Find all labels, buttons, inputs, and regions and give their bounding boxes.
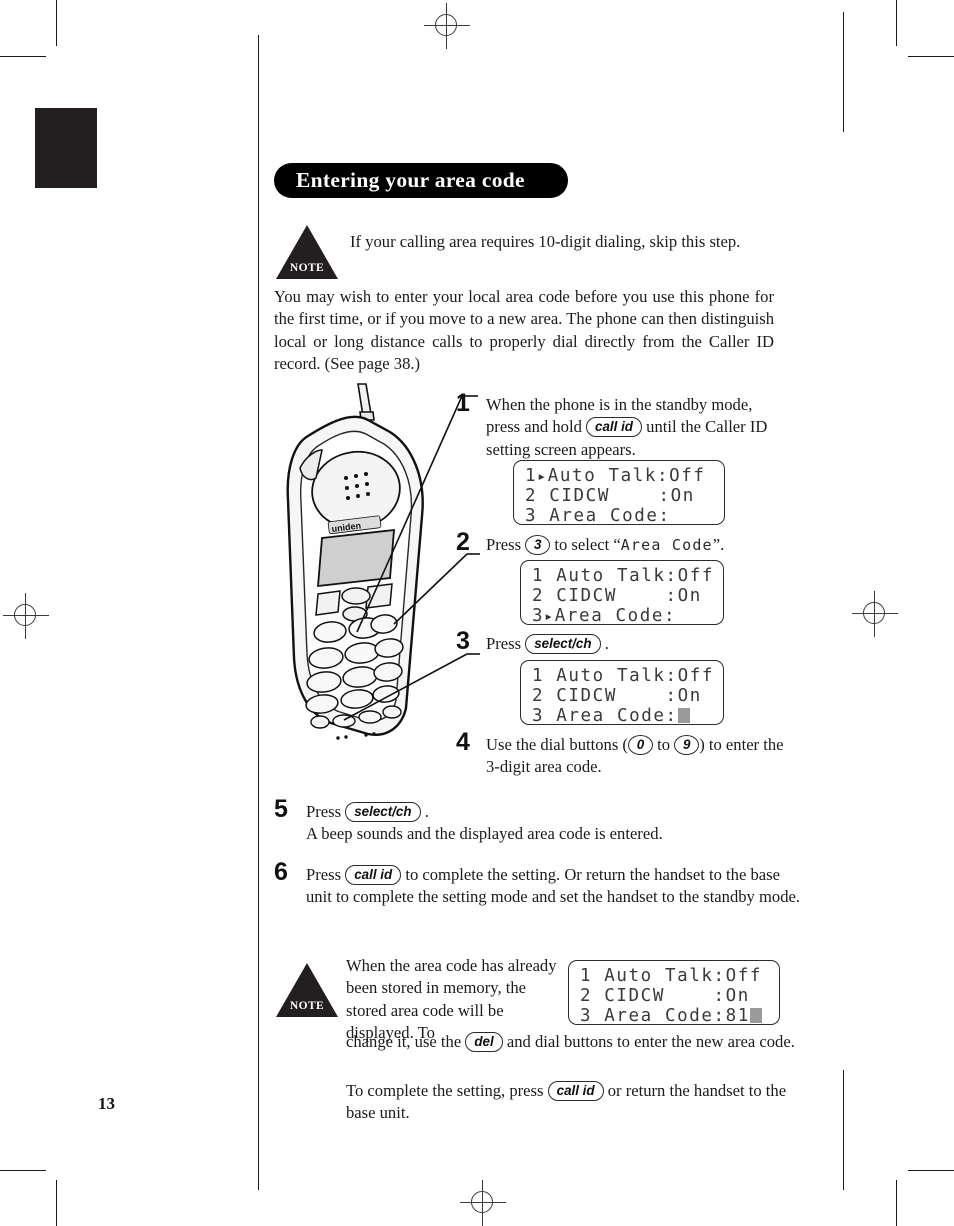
lcd-step2-line3-text: Area Code:: [554, 606, 677, 626]
lcd-step1-line1-num: 1: [525, 466, 538, 486]
digit-9-key[interactable]: 9: [674, 734, 700, 755]
digit-3-key[interactable]: 3: [525, 534, 551, 555]
step-5-text-second-line: A beep sounds and the displayed area cod…: [306, 824, 663, 844]
lcd-note-line1: 1 Auto Talk:Off: [580, 966, 763, 986]
lcd-note-line3-text: 3 Area Code:81: [580, 1006, 750, 1026]
registration-mark-right: [852, 591, 898, 637]
step-number-4: 4: [456, 728, 470, 756]
crop-mark-top-left-vertical: [56, 0, 58, 46]
step-2-text: Press 3 to select “Area Code”.: [486, 534, 806, 556]
lcd-step1-line3: 3 Area Code:: [525, 506, 671, 526]
step-2-lcd-word: Area Code: [620, 536, 713, 554]
lcd-step3-line3: 3 Area Code:: [532, 706, 714, 726]
step-3-text-after: .: [604, 634, 609, 653]
lcd-cursor-arrow-icon: ▸: [537, 467, 548, 485]
lcd-step1-line1: 1▸Auto Talk:Off: [525, 466, 715, 486]
note-bottom-paragraph-1-cont: change it, use the del and dial buttons …: [346, 1031, 810, 1053]
crop-mark-top-left-horizontal: [0, 56, 46, 58]
digit-0-key[interactable]: 0: [627, 734, 653, 755]
page-number: 13: [98, 1094, 115, 1113]
step-number-5: 5: [274, 795, 288, 823]
leader-lines: [343, 395, 480, 721]
step-5-text: Press select/ch . A beep sounds and the …: [306, 801, 806, 846]
step-1-text: When the phone is in the standby mode, p…: [486, 394, 786, 461]
lcd-step1-line1-text: Auto Talk:Off: [547, 466, 706, 486]
step-6-text-before: Press: [306, 865, 342, 884]
crop-mark-bottom-left-vertical: [56, 1180, 58, 1226]
step-number-2: 2: [456, 528, 470, 556]
step-4-text-mid: to: [657, 735, 671, 754]
registration-mark-bottom: [460, 1180, 506, 1226]
call-id-key[interactable]: call id: [547, 1080, 604, 1101]
del-key[interactable]: del: [465, 1031, 503, 1052]
note-bottom-text-a: When the area code has already been stor…: [346, 956, 557, 1043]
step-number-6: 6: [274, 858, 288, 886]
lcd-screen-step1: 1▸Auto Talk:Off 2 CIDCW :On 3 Area Code:: [513, 460, 725, 526]
page-title: Entering your area code: [274, 163, 568, 198]
note-badge-label: NOTE: [289, 1000, 325, 1012]
lcd-step3-line1: 1 Auto Talk:Off: [532, 666, 715, 686]
step-number-1: 1: [456, 389, 470, 417]
step-number-3: 3: [456, 627, 470, 655]
step-2-text-before: Press: [486, 535, 522, 554]
step-6-text: Press call id to complete the setting. O…: [306, 864, 806, 909]
note-bottom-text-2-before: To complete the setting, press: [346, 1081, 544, 1100]
lcd-block-cursor-icon: [749, 1008, 762, 1023]
registration-mark-top: [424, 3, 470, 49]
step-3-text-before: Press: [486, 634, 522, 653]
note-bottom-text-b-before: change it, use the: [346, 1032, 462, 1051]
lcd-step2-line3-num: 3: [532, 606, 545, 626]
lcd-note-line2: 2 CIDCW :On: [580, 986, 750, 1006]
step-2-text-after: ”.: [712, 535, 725, 554]
lcd-block-cursor-icon: [677, 708, 690, 723]
crop-mark-bottom-right-horizontal: [908, 1170, 954, 1172]
crop-mark-bottom-right-vertical: [896, 1180, 898, 1226]
step-4-text: Use the dial buttons (0 to 9) to enter t…: [486, 734, 796, 779]
crop-mark-bottom-left-horizontal: [0, 1170, 46, 1172]
step-4-text-before: Use the dial buttons (: [486, 735, 628, 754]
chapter-thumb-tab: [35, 108, 97, 188]
lcd-note-line3: 3 Area Code:81: [580, 1006, 770, 1026]
note-badge-bottom: NOTE: [276, 963, 338, 1017]
lcd-screen-note-bottom: 1 Auto Talk:Off 2 CIDCW :On 3 Area Code:…: [568, 960, 780, 1026]
step-5-text-before: Press: [306, 802, 342, 821]
registration-mark-left: [3, 593, 49, 639]
manual-page: Entering your area code NOTE If your cal…: [0, 0, 954, 1226]
lcd-step1-line2: 2 CIDCW :On: [525, 486, 695, 506]
select-ch-key[interactable]: select/ch: [345, 801, 421, 822]
note-top-text: If your calling area requires 10-digit d…: [350, 232, 741, 251]
lcd-step2-line3: 3▸Area Code:: [532, 606, 714, 626]
note-badge-label: NOTE: [289, 262, 325, 274]
lcd-step3-line2: 2 CIDCW :On: [532, 686, 702, 706]
page-right-rule: [843, 12, 845, 132]
lcd-cursor-arrow-icon: ▸: [544, 607, 555, 625]
step-5-text-after: .: [424, 802, 429, 821]
lcd-screen-step2: 1 Auto Talk:Off 2 CIDCW :On 3▸Area Code:: [520, 560, 724, 626]
step-3-text: Press select/ch .: [486, 633, 806, 655]
select-ch-key[interactable]: select/ch: [525, 633, 601, 654]
page-left-rule: [258, 35, 260, 1190]
intro-paragraph: You may wish to enter your local area co…: [274, 287, 774, 374]
call-id-key[interactable]: call id: [586, 416, 642, 437]
lcd-step2-line1: 1 Auto Talk:Off: [532, 566, 715, 586]
crop-mark-top-right-vertical: [896, 0, 898, 46]
page-right-rule-lower: [843, 1070, 845, 1190]
note-bottom-paragraph-2: To complete the setting, press call id o…: [346, 1080, 810, 1125]
call-id-key[interactable]: call id: [345, 864, 402, 885]
note-badge-top: NOTE: [276, 225, 338, 279]
lcd-step3-line3-text: 3 Area Code:: [532, 706, 678, 726]
lcd-step2-line2: 2 CIDCW :On: [532, 586, 702, 606]
note-bottom-text-b-after: and dial buttons to enter the new area c…: [506, 1032, 795, 1051]
step-2-text-mid: to select “: [554, 535, 621, 554]
lcd-screen-step3: 1 Auto Talk:Off 2 CIDCW :On 3 Area Code:: [520, 660, 724, 726]
crop-mark-top-right-horizontal: [908, 56, 954, 58]
